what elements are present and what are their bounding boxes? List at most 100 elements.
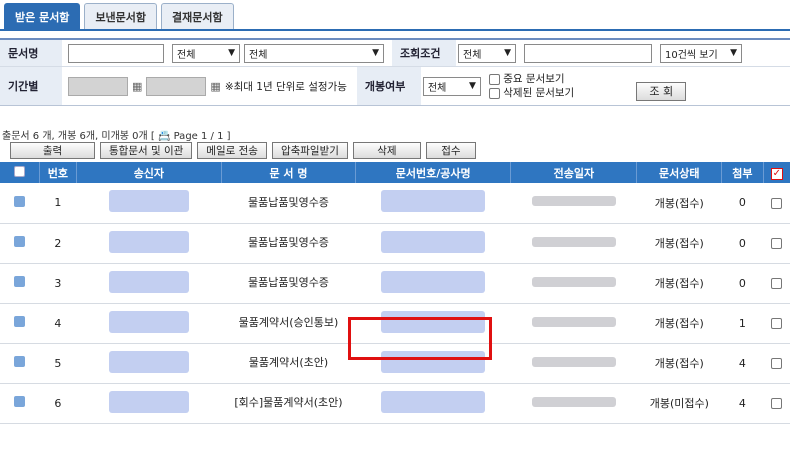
row-title[interactable]: 물품납품및영수증	[221, 263, 356, 304]
row-checkbox-cell[interactable]	[763, 183, 790, 224]
row-docno[interactable]	[355, 183, 511, 224]
col-attach: 첨부	[721, 162, 764, 183]
page-size-select[interactable]: 10건씩 보기 ▼	[660, 43, 742, 63]
row-no: 2	[39, 223, 77, 264]
chevron-down-icon: ▼	[468, 81, 476, 91]
row-attach: 0	[721, 263, 764, 304]
row-checkbox-cell[interactable]	[763, 383, 790, 424]
sender-blurred	[108, 190, 189, 213]
row-date	[510, 183, 637, 224]
highlight-box	[348, 317, 492, 360]
document-icon	[14, 276, 26, 287]
row-icon-cell	[0, 263, 40, 304]
row-checkbox[interactable]	[771, 278, 783, 289]
date-blurred	[531, 236, 616, 247]
date-blurred	[531, 196, 616, 207]
deleted-checkbox[interactable]	[488, 87, 500, 99]
row-docno[interactable]	[355, 223, 511, 264]
doc-name-input[interactable]	[68, 43, 164, 63]
search-row-1: 문서명 전체 ▼ 전체 ▼ 조회조건 전체 ▼ 10건씩 보기 ▼	[0, 40, 790, 67]
sender-blurred	[108, 310, 189, 333]
tab-sent[interactable]: 보낸문서함	[84, 3, 158, 29]
row-docno[interactable]	[355, 263, 511, 304]
print-button[interactable]: 출력	[10, 142, 95, 159]
sender-blurred	[108, 230, 189, 253]
row-title[interactable]: [회수]물품계약서(초안)	[221, 383, 356, 424]
row-icon-cell	[0, 383, 40, 424]
row-no: 5	[39, 343, 77, 384]
opened-select[interactable]: 전체 ▼	[422, 76, 481, 96]
row-checkbox[interactable]	[771, 358, 783, 369]
table-row[interactable]: 2 물품납품및영수증 개봉(접수) 0	[0, 223, 790, 264]
row-no: 1	[39, 183, 77, 224]
row-title[interactable]: 물품납품및영수증	[221, 183, 356, 224]
docno-blurred	[381, 190, 486, 213]
row-attach[interactable]: 4	[721, 383, 764, 424]
row-title[interactable]: 물품계약서(초안)	[221, 343, 356, 384]
row-checkbox[interactable]	[771, 318, 783, 329]
row-date	[510, 343, 637, 384]
search-button[interactable]: 조 회	[636, 81, 687, 101]
sender-blurred	[108, 350, 189, 373]
date-blurred	[531, 276, 616, 287]
row-docno[interactable]	[355, 383, 511, 424]
row-checkbox[interactable]	[771, 398, 783, 409]
col-sender: 송신자	[76, 162, 222, 183]
deleted-label: 삭제된 문서보기	[503, 87, 575, 99]
row-status: 개봉(접수)	[636, 263, 722, 304]
table-header: 번호 송신자 문 서 명 문서번호/공사명 전송일자 문서상태 첨부 ✓	[0, 162, 790, 183]
row-checkbox-cell[interactable]	[763, 303, 790, 344]
document-table: 번호 송신자 문 서 명 문서번호/공사명 전송일자 문서상태 첨부 ✓ 1 물품…	[0, 162, 790, 424]
document-icon	[14, 396, 26, 407]
col-select-all[interactable]: ✓	[763, 162, 790, 183]
row-checkbox-cell[interactable]	[763, 223, 790, 264]
calendar-icon[interactable]: ▦	[132, 80, 142, 93]
row-checkbox[interactable]	[771, 197, 783, 209]
period-label: 기간별	[0, 67, 62, 105]
accept-button[interactable]: 접수	[425, 142, 476, 159]
row-checkbox-cell[interactable]	[763, 263, 790, 304]
select-all-checkbox[interactable]: ✓	[770, 167, 783, 180]
mail-send-button[interactable]: 메일로 전송	[197, 142, 267, 159]
row-status: 개봉(접수)	[636, 303, 722, 344]
zip-download-button[interactable]: 압축파일받기	[271, 142, 348, 159]
row-no: 6	[39, 383, 77, 424]
tab-inbox[interactable]: 받은 문서함	[4, 3, 81, 29]
filter2-select[interactable]: 전체 ▼	[244, 43, 384, 63]
date-blurred	[531, 396, 616, 407]
calendar-icon[interactable]: ▦	[210, 80, 220, 93]
row-attach[interactable]: 4	[721, 343, 764, 384]
col-docno: 문서번호/공사명	[355, 162, 512, 183]
document-icon	[14, 195, 26, 207]
merge-transfer-button[interactable]: 통합문서 및 이관	[100, 142, 193, 159]
chevron-down-icon: ▼	[504, 48, 511, 58]
docno-blurred	[381, 390, 486, 413]
date-blurred	[531, 356, 616, 367]
table-row[interactable]: 3 물품납품및영수증 개봉(접수) 0	[0, 263, 790, 304]
query-cond-select[interactable]: 전체 ▼	[458, 43, 516, 63]
row-attach[interactable]: 1	[721, 303, 764, 344]
row-status: 개봉(접수)	[636, 223, 722, 264]
row-title[interactable]: 물품납품및영수증	[221, 223, 356, 264]
opened-label: 개봉여부	[356, 67, 421, 105]
filter1-select[interactable]: 전체 ▼	[172, 43, 240, 63]
col-no: 번호	[39, 162, 78, 183]
start-date-field[interactable]	[68, 76, 128, 96]
tab-approval[interactable]: 결재문서함	[161, 3, 234, 29]
delete-button[interactable]: 삭제	[352, 142, 421, 159]
row-checkbox-cell[interactable]	[763, 343, 790, 384]
important-checkbox[interactable]	[488, 73, 500, 85]
search-panel: 문서명 전체 ▼ 전체 ▼ 조회조건 전체 ▼ 10건씩 보기 ▼ 기간별 ▦ ▦ ※최…	[0, 38, 790, 106]
important-label: 중요 문서보기	[503, 73, 565, 85]
row-title[interactable]: 물품계약서(승인통보)	[221, 303, 356, 344]
docno-blurred	[381, 270, 486, 293]
mailbox-tabs: 받은 문서함 보낸문서함 결재문서함	[4, 3, 234, 29]
chevron-down-icon: ▼	[730, 48, 737, 58]
row-checkbox[interactable]	[771, 238, 783, 249]
query-cond-input[interactable]	[524, 43, 652, 63]
action-toolbar: 출력 통합문서 및 이관 메일로 전송 압축파일받기 삭제 접수	[10, 142, 476, 159]
search-row-2: 기간별 ▦ ▦ ※최대 1년 단위로 설정가능 개봉여부 전체 ▼ 중요 문서보기…	[0, 67, 790, 105]
table-row[interactable]: 6 [회수]물품계약서(초안) 개봉(미접수) 4	[0, 383, 790, 424]
end-date-field[interactable]	[146, 76, 207, 96]
table-row[interactable]: 1 물품납품및영수증 개봉(접수) 0	[0, 183, 790, 224]
